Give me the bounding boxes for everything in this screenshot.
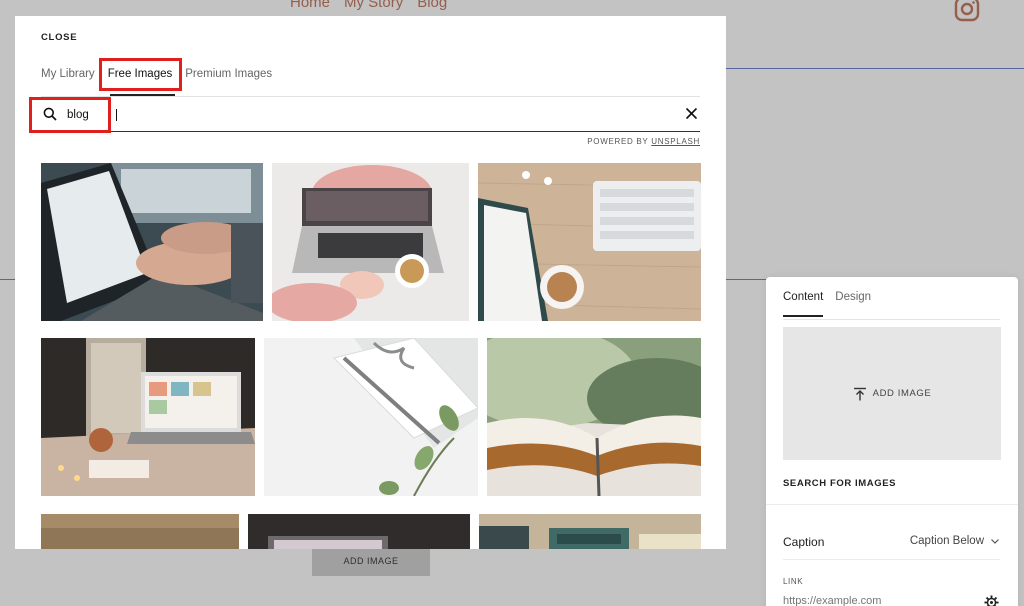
laptop-on-dark-desk-image xyxy=(248,514,470,549)
caption-label: Caption xyxy=(783,535,825,549)
image-picker-modal: CLOSE My Library Free Images Premium Ima… xyxy=(15,16,726,549)
tab-design[interactable]: Design xyxy=(835,291,871,317)
active-tab-indicator xyxy=(110,94,175,96)
laptop-typing-hands-image xyxy=(41,163,263,321)
panel-tabs: Content Design xyxy=(783,291,871,317)
image-block-panel: Content Design ADD IMAGE SEARCH FOR IMAG… xyxy=(766,277,1018,606)
caption-select[interactable]: Caption Below xyxy=(910,535,1000,547)
caption-select-value: Caption Below xyxy=(909,535,984,547)
search-highlight xyxy=(29,97,111,133)
upload-icon xyxy=(853,387,866,400)
close-icon[interactable] xyxy=(685,107,698,120)
image-result[interactable] xyxy=(487,338,701,496)
image-result[interactable] xyxy=(478,163,701,321)
open-old-book-image xyxy=(487,338,701,496)
image-result[interactable] xyxy=(248,514,470,549)
search-for-images-link[interactable]: SEARCH FOR IMAGES xyxy=(783,478,896,489)
powered-by-label: POWERED BY xyxy=(587,137,649,146)
laptop-on-bed-with-coffee-image xyxy=(272,163,469,321)
tab-my-library[interactable]: My Library xyxy=(41,68,95,80)
gear-icon[interactable] xyxy=(984,595,999,606)
link-label: LINK xyxy=(783,577,804,586)
tab-premium-images[interactable]: Premium Images xyxy=(185,68,272,80)
wooden-surface-image xyxy=(41,514,239,549)
divider xyxy=(783,319,1000,320)
powered-by-unsplash: POWERED BY UNSPLASH xyxy=(587,137,700,146)
image-result[interactable] xyxy=(41,163,263,321)
text-cursor xyxy=(116,109,117,121)
free-images-highlight xyxy=(99,58,182,91)
laptop-on-table-with-candles-image xyxy=(41,338,255,496)
desk-keyboard-notebook-coffee-image xyxy=(478,163,701,321)
add-image-label: ADD IMAGE xyxy=(872,388,932,399)
image-result[interactable] xyxy=(479,514,701,549)
image-result[interactable] xyxy=(41,514,239,549)
link-input[interactable] xyxy=(783,595,963,606)
image-result[interactable] xyxy=(264,338,478,496)
add-image-dropzone[interactable]: ADD IMAGE xyxy=(783,327,1001,460)
search-input[interactable] xyxy=(67,105,467,125)
close-button[interactable]: CLOSE xyxy=(41,32,77,43)
typewriter-with-books-image xyxy=(479,514,701,549)
divider xyxy=(41,96,700,97)
image-result[interactable] xyxy=(272,163,469,321)
image-result[interactable] xyxy=(41,338,255,496)
chevron-down-icon xyxy=(991,539,999,544)
divider xyxy=(766,504,1018,505)
divider xyxy=(783,559,1000,560)
tab-content[interactable]: Content xyxy=(783,291,824,317)
white-envelope-with-pen-and-leaves-image xyxy=(264,338,478,496)
image-search-bar xyxy=(41,102,700,132)
unsplash-link[interactable]: UNSPLASH xyxy=(651,137,700,146)
